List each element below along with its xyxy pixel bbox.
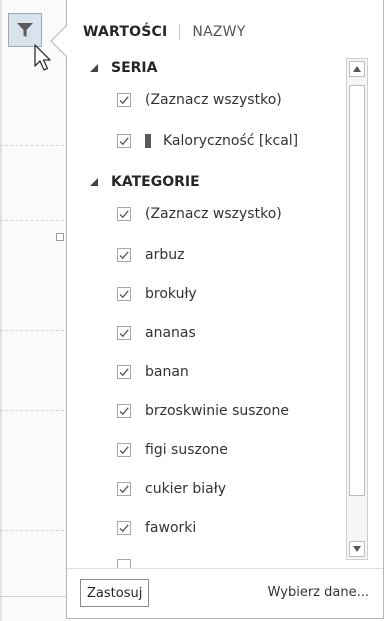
category-item[interactable]: brokuły	[117, 286, 197, 302]
checkmark-icon	[119, 210, 129, 219]
checkmark-icon	[119, 329, 129, 338]
section-series-label: SERIA	[111, 60, 158, 76]
footer-divider	[67, 568, 383, 569]
chart-bottom-rule	[0, 596, 70, 597]
series-item[interactable]: Kaloryczność [kcal]	[117, 133, 298, 149]
category-item[interactable]: brzoskwinie suszone	[117, 403, 289, 419]
item-label: cukier biały	[145, 481, 227, 497]
checkbox[interactable]	[117, 521, 131, 535]
item-label: brokuły	[145, 286, 197, 302]
category-item[interactable]: banan	[117, 364, 189, 380]
chart-area-background	[0, 0, 70, 621]
checkbox[interactable]	[117, 248, 131, 262]
list-scrollbar[interactable]	[346, 58, 368, 560]
section-categories-label: KATEGORIE	[111, 174, 200, 190]
filter-list: SERIA (Zaznacz wszystko) Kaloryczność [k…	[67, 50, 347, 568]
checkbox[interactable]	[117, 93, 131, 107]
checkmark-icon	[119, 137, 129, 146]
series-color-swatch	[145, 134, 151, 148]
checkbox[interactable]	[117, 404, 131, 418]
checkmark-icon	[119, 446, 129, 455]
checkmark-icon	[119, 407, 129, 416]
arrow-up-icon	[353, 66, 361, 72]
section-header-categories[interactable]: KATEGORIE	[89, 174, 200, 190]
item-label: (Zaznacz wszystko)	[145, 92, 282, 108]
scroll-down-button[interactable]	[349, 541, 365, 557]
checkmark-icon	[119, 290, 129, 299]
gridline	[0, 330, 64, 331]
checkmark-icon	[119, 251, 129, 260]
tab-values[interactable]: WARTOŚCI	[83, 24, 179, 40]
item-label: brzoskwinie suszone	[145, 403, 289, 419]
item-label: faworki	[145, 520, 197, 536]
category-item[interactable]: ananas	[117, 325, 196, 341]
checkbox[interactable]	[117, 207, 131, 221]
checkbox[interactable]	[117, 443, 131, 457]
chart-filter-button[interactable]	[8, 13, 42, 47]
item-label: figi suszone	[145, 442, 228, 458]
checkbox[interactable]	[117, 326, 131, 340]
checkbox[interactable]	[117, 134, 131, 148]
item-label: Kaloryczność [kcal]	[163, 133, 299, 149]
section-header-series[interactable]: SERIA	[89, 60, 157, 76]
arrow-down-icon	[353, 546, 361, 552]
item-label: arbuz	[145, 247, 185, 263]
scroll-up-button[interactable]	[349, 61, 365, 77]
checkbox[interactable]	[117, 559, 131, 568]
category-item[interactable]: faworki	[117, 520, 196, 536]
checkmark-icon	[119, 485, 129, 494]
checkmark-icon	[119, 524, 129, 533]
category-item[interactable]: arbuz	[117, 247, 184, 263]
tab-names[interactable]: NAZWY	[179, 24, 245, 40]
checkbox[interactable]	[117, 365, 131, 379]
popup-pointer-arrow	[50, 25, 68, 57]
gridline	[0, 410, 64, 411]
item-label: banan	[145, 364, 189, 380]
chart-filter-popup: WARTOŚCI NAZWY SERIA (Zaznacz wszystko) …	[66, 0, 384, 619]
collapse-triangle-icon	[90, 178, 98, 186]
collapse-triangle-icon	[90, 64, 98, 72]
series-select-all-item[interactable]: (Zaznacz wszystko)	[117, 92, 282, 108]
item-label: ananas	[145, 325, 196, 341]
chart-edge	[0, 0, 2, 621]
checkmark-icon	[119, 96, 129, 105]
checkbox[interactable]	[117, 482, 131, 496]
category-item[interactable]: cukier biały	[117, 481, 226, 497]
gridline	[0, 220, 64, 221]
gridline	[0, 145, 64, 146]
filter-funnel-icon	[17, 23, 33, 37]
scroll-thumb[interactable]	[349, 85, 365, 496]
checkmark-icon	[119, 368, 129, 377]
apply-button[interactable]: Zastosuj	[80, 579, 150, 607]
categories-select-all-item[interactable]: (Zaznacz wszystko)	[117, 206, 282, 222]
checkbox[interactable]	[117, 287, 131, 301]
gridline	[0, 530, 64, 531]
resize-handle[interactable]	[56, 233, 64, 241]
select-data-link[interactable]: Wybierz dane...	[268, 585, 369, 600]
filter-tabs: WARTOŚCI NAZWY	[83, 20, 245, 44]
category-item[interactable]: figi suszone	[117, 442, 228, 458]
item-label: (Zaznacz wszystko)	[145, 206, 282, 222]
category-item-clipped[interactable]	[117, 559, 145, 568]
